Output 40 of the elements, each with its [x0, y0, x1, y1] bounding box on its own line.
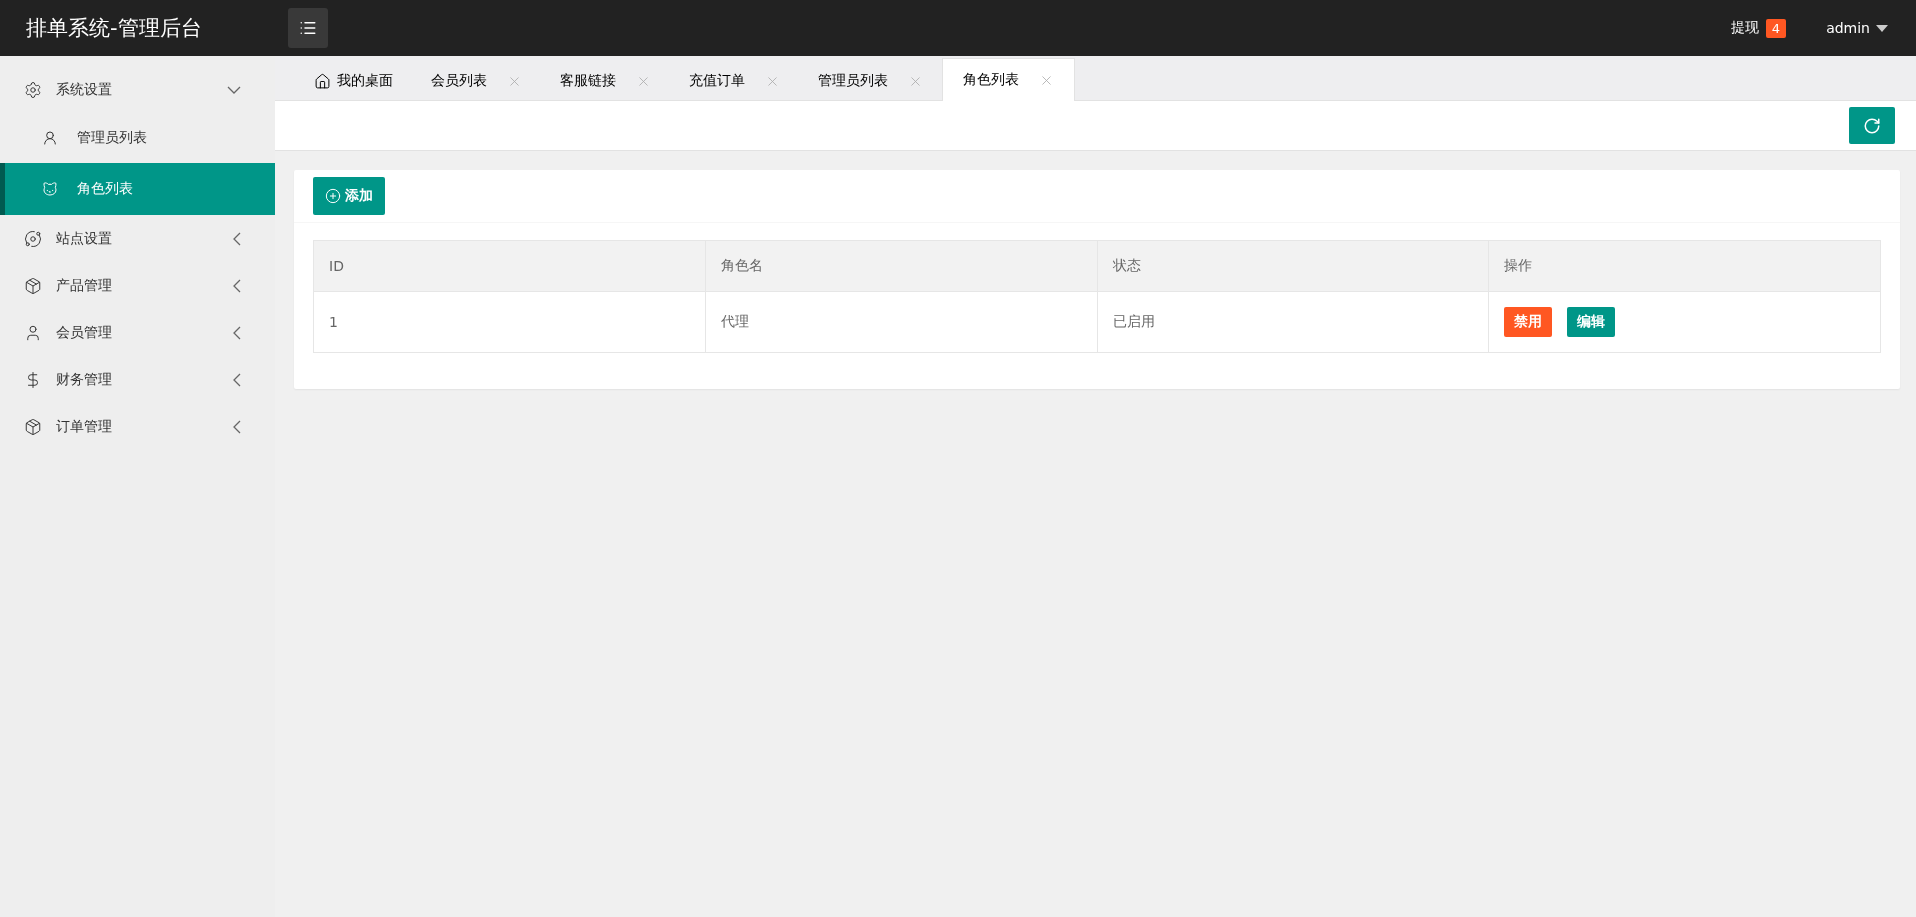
menu-item-icon — [24, 80, 42, 99]
sidebar-item[interactable]: 产品管理 — [0, 262, 275, 309]
column-header: 操作 — [1488, 240, 1881, 292]
table-cell: 已启用 — [1097, 291, 1489, 353]
table-cell: 1 — [313, 291, 706, 353]
menu-item-icon — [24, 323, 42, 342]
page-tab[interactable]: 我的桌面 — [295, 60, 412, 101]
menu-icon — [299, 19, 317, 37]
menu-button[interactable] — [288, 8, 328, 48]
sidebar-item[interactable]: 订单管理 — [0, 403, 275, 450]
sidebar-item[interactable]: 会员管理 — [0, 309, 275, 356]
withdraw-count-badge: 4 — [1765, 18, 1787, 38]
menu-item-icon — [24, 276, 42, 295]
menu-item-icon — [24, 417, 42, 436]
column-header: 角色名 — [705, 240, 1097, 292]
user-menu[interactable]: admin — [1826, 20, 1888, 36]
user-icon — [42, 130, 58, 146]
page-tab[interactable]: 充值订单 — [670, 60, 799, 101]
edit-button[interactable]: 编辑 — [1567, 307, 1616, 337]
cat-icon — [42, 181, 58, 197]
menu-item-icon — [24, 229, 42, 248]
sidebar-item[interactable]: 系统设置 — [0, 66, 275, 113]
withdraw-label: 提现 — [1730, 19, 1759, 37]
sidebar-item[interactable]: 财务管理 — [0, 356, 275, 403]
column-header: ID — [313, 240, 706, 292]
refresh-button[interactable] — [1849, 107, 1895, 144]
page-tab[interactable]: 客服链接 — [541, 60, 670, 101]
page-tab[interactable]: 管理员列表 — [799, 60, 942, 101]
page-tab[interactable]: 角色列表 — [942, 58, 1075, 101]
home-icon — [314, 72, 331, 90]
plus-circle-icon — [325, 188, 341, 204]
refresh-icon — [1863, 116, 1881, 135]
add-button[interactable]: 添加 — [313, 177, 385, 215]
app-title: 排单系统-管理后台 — [25, 15, 203, 42]
sidebar-subitem[interactable]: 管理员列表 — [0, 113, 275, 163]
sidebar-item[interactable]: 站点设置 — [0, 215, 275, 262]
sidebar-subitem[interactable]: 角色列表 — [0, 163, 275, 215]
table-cell: 代理 — [705, 291, 1097, 353]
column-header: 状态 — [1097, 240, 1489, 292]
page-tab[interactable]: 会员列表 — [412, 60, 541, 101]
